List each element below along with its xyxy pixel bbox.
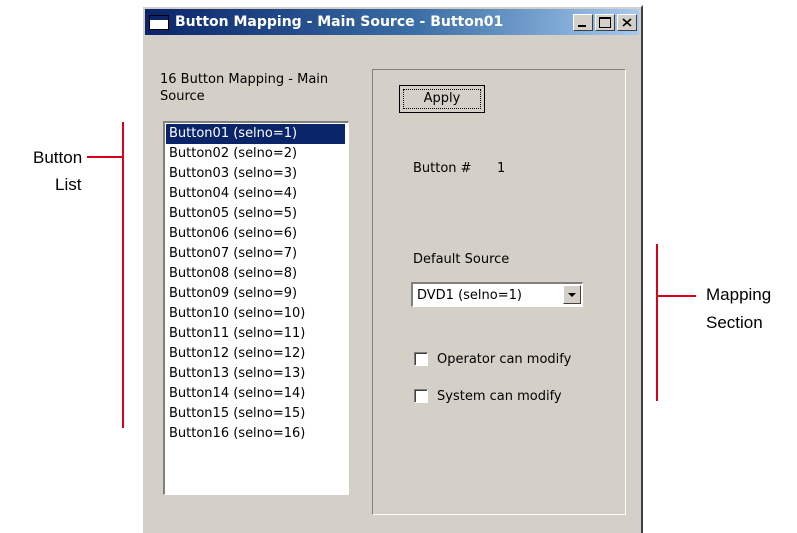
list-item[interactable]: Button02 (selno=2) xyxy=(166,144,345,164)
title-bar[interactable]: Button Mapping - Main Source - Button01 xyxy=(145,9,639,35)
system-can-modify-checkbox[interactable] xyxy=(414,389,428,403)
apply-button[interactable]: Apply xyxy=(399,85,485,113)
list-item[interactable]: Button15 (selno=15) xyxy=(166,404,345,424)
button-list-heading: 16 Button Mapping - Main Source xyxy=(160,72,329,104)
minimize-icon[interactable] xyxy=(573,14,593,31)
list-item[interactable]: Button11 (selno=11) xyxy=(166,324,345,344)
operator-can-modify-label[interactable]: Operator can modify xyxy=(437,351,571,368)
default-source-select[interactable]: DVD1 (selno=1) xyxy=(411,282,583,307)
button-list-callout-bracket xyxy=(122,122,124,428)
button-list-callout-line2: List xyxy=(55,175,82,194)
mapping-callout-bracket xyxy=(656,244,658,401)
mapping-section: Apply Button # 1 Default Source DVD1 (se… xyxy=(372,69,626,515)
mapping-callout-pointer xyxy=(656,295,696,297)
list-item[interactable]: Button14 (selno=14) xyxy=(166,384,345,404)
operator-can-modify-checkbox[interactable] xyxy=(414,352,428,366)
window-title: Button Mapping - Main Source - Button01 xyxy=(175,14,504,30)
list-item[interactable]: Button06 (selno=6) xyxy=(166,224,345,244)
button-number-value: 1 xyxy=(497,161,506,176)
list-item[interactable]: Button13 (selno=13) xyxy=(166,364,345,384)
list-item[interactable]: Button12 (selno=12) xyxy=(166,344,345,364)
maximize-icon[interactable] xyxy=(595,14,615,31)
list-item[interactable]: Button07 (selno=7) xyxy=(166,244,345,264)
default-source-value: DVD1 (selno=1) xyxy=(417,288,522,303)
mapping-callout-line1: Mapping xyxy=(706,285,772,304)
default-source-label: Default Source xyxy=(413,252,510,267)
list-item[interactable]: Button08 (selno=8) xyxy=(166,264,345,284)
close-icon[interactable] xyxy=(617,14,637,31)
button-list-callout-line1: Button xyxy=(33,148,83,167)
list-item[interactable]: Button04 (selno=4) xyxy=(166,184,345,204)
list-item[interactable]: Button05 (selno=5) xyxy=(166,204,345,224)
list-item[interactable]: Button09 (selno=9) xyxy=(166,284,345,304)
mapping-callout-line2: Section xyxy=(706,313,763,332)
list-item[interactable]: Button01 (selno=1) xyxy=(166,124,345,144)
list-item[interactable]: Button16 (selno=16) xyxy=(166,424,345,444)
system-can-modify-label[interactable]: System can modify xyxy=(437,388,562,405)
button-list[interactable]: Button01 (selno=1) Button02 (selno=2) Butt… xyxy=(163,121,349,495)
chevron-down-icon[interactable] xyxy=(563,285,581,304)
button-number-label: Button # xyxy=(413,161,472,176)
button-list-callout-pointer xyxy=(87,156,124,158)
list-item[interactable]: Button03 (selno=3) xyxy=(166,164,345,184)
button-mapping-window: Button Mapping - Main Source - Button01 … xyxy=(141,5,643,533)
list-item[interactable]: Button10 (selno=10) xyxy=(166,304,345,324)
apply-button-label: Apply xyxy=(423,91,461,106)
window-app-icon xyxy=(149,15,169,30)
